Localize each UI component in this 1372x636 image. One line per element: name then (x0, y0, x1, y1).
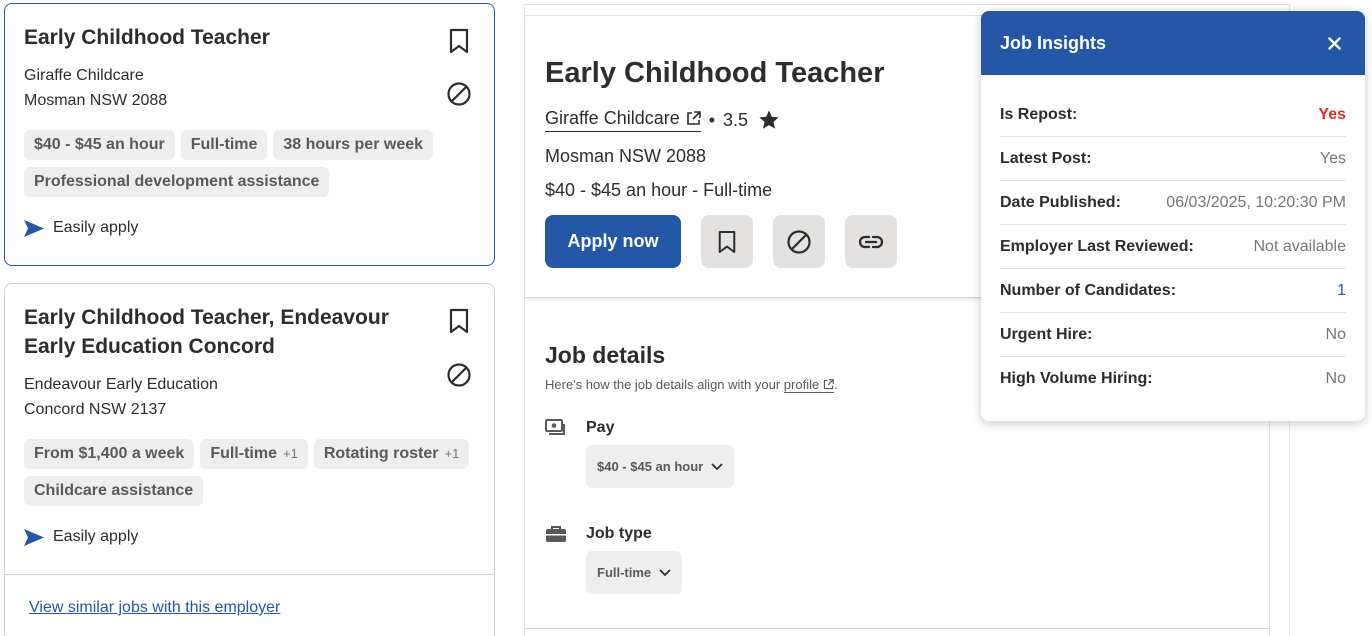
send-arrow-icon (24, 528, 44, 546)
tag-benefit: Childcare assistance (24, 476, 204, 506)
apply-now-button[interactable]: Apply now (545, 215, 681, 268)
bookmark-icon (718, 230, 736, 253)
job-card-title[interactable]: Early Childhood Teacher, Endeavour Early… (24, 303, 424, 361)
star-icon (759, 110, 779, 129)
job-location: Concord NSW 2137 (24, 401, 167, 418)
company-name: Endeavour Early Education (24, 376, 218, 393)
pay-dropdown[interactable]: $40 - $45 an hour (586, 445, 735, 488)
pay-label: Pay (586, 419, 615, 436)
job-card[interactable]: Early Childhood Teacher Giraffe Childcar… (4, 3, 495, 266)
link-icon (858, 235, 884, 248)
copy-link-button[interactable] (845, 215, 897, 268)
insight-row-high-volume-hiring: High Volume Hiring: No (1000, 357, 1346, 401)
insight-label: High Volume Hiring: (1000, 370, 1153, 387)
company-name[interactable]: Giraffe Childcare (545, 108, 680, 129)
insight-value: 1 (1337, 281, 1346, 299)
insight-label: Employer Last Reviewed: (1000, 237, 1194, 255)
insight-value: No (1325, 325, 1346, 343)
bookmark-icon (449, 308, 469, 334)
job-details-subtitle: Here's how the job details align with yo… (545, 377, 838, 393)
job-detail-location: Mosman NSW 2088 (545, 146, 707, 166)
job-type-value[interactable]: Full-time (597, 565, 651, 580)
ban-icon (787, 229, 811, 254)
job-detail-pay: $40 - $45 an hour - Full-time (545, 180, 773, 200)
job-detail-title: Early Childhood Teacher (545, 57, 885, 89)
insight-label: Date Published: (1000, 193, 1121, 211)
company-name: Giraffe Childcare (24, 67, 144, 84)
job-insights-header: Job Insights (981, 11, 1365, 75)
insight-row-is-repost: Is Repost: Yes (1000, 93, 1346, 137)
easily-apply-badge: Easily apply (24, 528, 138, 546)
job-insights-panel: Job Insights Is Repost: Yes Latest Post:… (981, 11, 1365, 421)
job-insights-list: Is Repost: Yes Latest Post: Yes Date Pub… (981, 75, 1365, 401)
insight-value: No (1325, 370, 1346, 387)
save-job-button[interactable] (701, 215, 753, 268)
money-icon (545, 419, 565, 435)
tag-salary: $40 - $45 an hour (24, 130, 175, 160)
chevron-down-icon (711, 462, 723, 470)
easily-apply-badge: Easily apply (24, 219, 138, 237)
insight-row-urgent-hire: Urgent Hire: No (1000, 313, 1346, 357)
not-interested-button[interactable] (445, 80, 473, 108)
briefcase-icon (546, 526, 566, 542)
bookmark-icon (449, 28, 469, 54)
insight-value: 06/03/2025, 10:20:30 PM (1166, 193, 1346, 211)
company-link[interactable]: Giraffe Childcare (545, 108, 701, 132)
separator-dot: • (708, 109, 716, 130)
tag-benefit: Professional development assistance (24, 167, 330, 197)
tag-job-type: Full-time +1 (200, 439, 308, 469)
profile-link[interactable]: profile (783, 377, 835, 393)
tag-hours: 38 hours per week (273, 130, 434, 160)
insight-value: Yes (1318, 105, 1346, 123)
insight-value: Not available (1253, 237, 1347, 255)
subtitle-suffix: . (834, 377, 838, 392)
external-link-icon (824, 379, 835, 390)
job-type-label: Job type (586, 525, 652, 542)
insight-row-number-of-candidates: Number of Candidates: 1 (1000, 269, 1346, 313)
insight-row-latest-post: Latest Post: Yes (1000, 137, 1346, 181)
save-job-button[interactable] (445, 307, 473, 335)
company-rating-row: Giraffe Childcare • 3.5 (545, 108, 780, 132)
not-interested-button[interactable] (773, 215, 825, 268)
insight-row-employer-last-reviewed: Employer Last Reviewed: Not available (1000, 225, 1346, 269)
pay-value[interactable]: $40 - $45 an hour (597, 459, 703, 474)
easily-apply-label: Easily apply (53, 219, 139, 236)
tag-salary: From $1,400 a week (24, 439, 195, 469)
job-card-title[interactable]: Early Childhood Teacher (24, 23, 424, 52)
company-rating: 3.5 (723, 109, 749, 130)
easily-apply-label: Easily apply (53, 528, 139, 545)
ban-icon (447, 363, 471, 387)
job-card[interactable]: Early Childhood Teacher, Endeavour Early… (4, 283, 495, 636)
insight-label: Number of Candidates: (1000, 281, 1177, 299)
close-icon (1327, 36, 1341, 50)
save-job-button[interactable] (445, 27, 473, 55)
job-location: Mosman NSW 2088 (24, 92, 168, 109)
insight-value: Yes (1319, 149, 1346, 167)
tag-job-type: Full-time (180, 130, 268, 160)
job-tags: From $1,400 a week Full-time +1 Rotating … (24, 439, 484, 506)
job-insights-title: Job Insights (1000, 32, 1107, 53)
insight-label: Is Repost: (1000, 105, 1078, 123)
profile-link-label[interactable]: profile (784, 377, 819, 392)
ban-icon (447, 82, 471, 106)
insight-label: Latest Post: (1000, 149, 1092, 167)
external-link-icon (686, 111, 701, 125)
insight-label: Urgent Hire: (1000, 325, 1093, 343)
view-similar-jobs-link[interactable]: View similar jobs with this employer (29, 599, 280, 617)
insight-row-date-published: Date Published: 06/03/2025, 10:20:30 PM (1000, 181, 1346, 225)
job-details-heading: Job details (545, 342, 666, 368)
close-button[interactable] (1322, 31, 1346, 55)
subtitle-text: Here's how the job details align with yo… (545, 377, 781, 392)
not-interested-button[interactable] (445, 361, 473, 389)
chevron-down-icon (659, 568, 671, 576)
divider (5, 574, 494, 575)
job-tags: $40 - $45 an hour Full-time 38 hours per… (24, 130, 484, 197)
job-type-dropdown[interactable]: Full-time (586, 551, 683, 594)
tag-schedule: Rotating roster +1 (313, 439, 470, 469)
send-arrow-icon (24, 219, 44, 237)
divider (525, 628, 1269, 629)
